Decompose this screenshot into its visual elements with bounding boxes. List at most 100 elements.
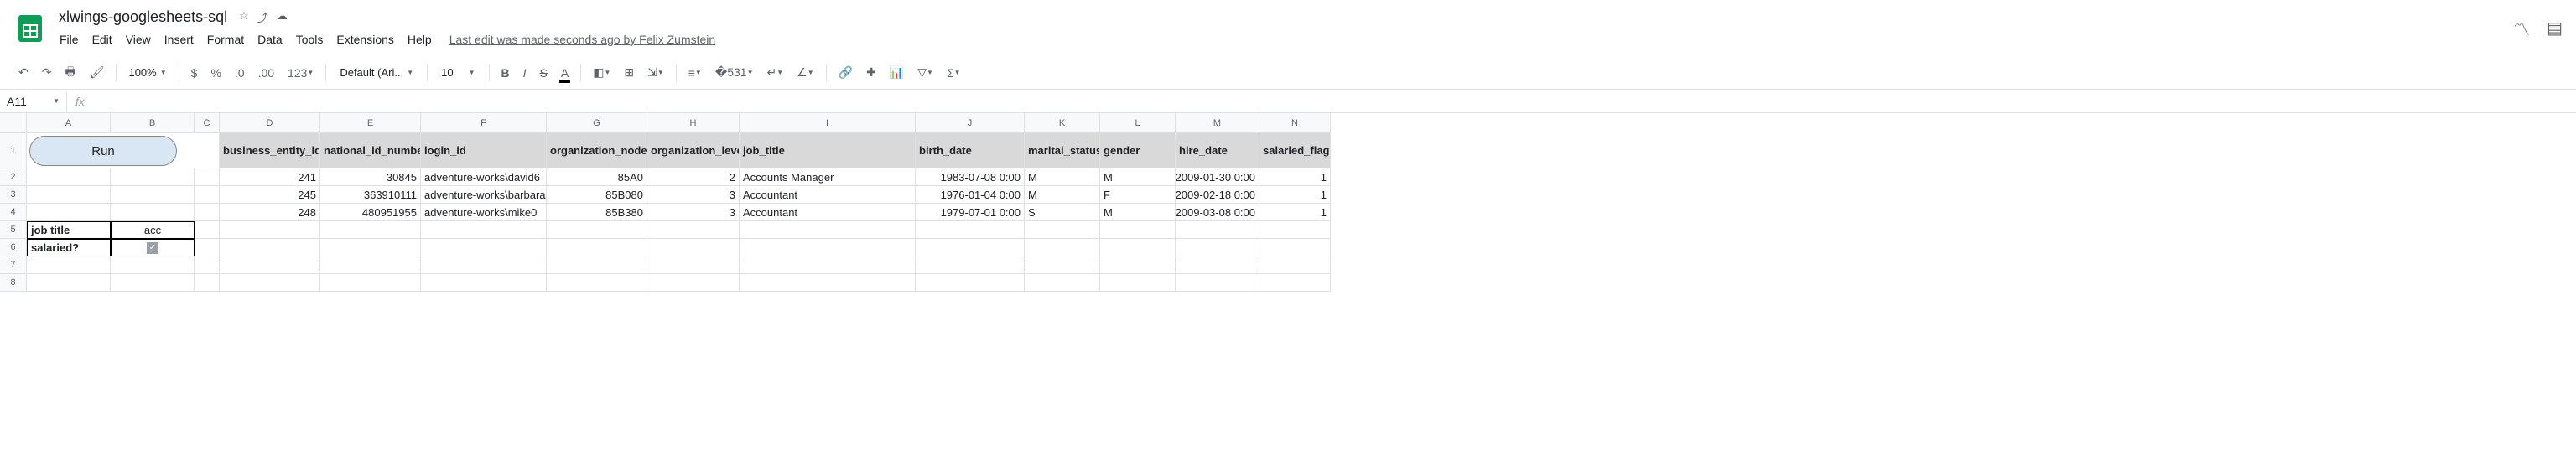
paint-format-button[interactable]: 🖌 (85, 62, 110, 83)
row-header[interactable]: 5 (0, 221, 27, 239)
cell[interactable]: job_title (740, 133, 916, 168)
cell[interactable]: Accountant (740, 204, 916, 221)
cell[interactable]: 363910111 (320, 186, 421, 204)
cell[interactable] (740, 256, 916, 274)
cell[interactable] (1176, 274, 1259, 292)
cell[interactable]: 1 (1259, 168, 1331, 186)
menu-view[interactable]: View (120, 29, 157, 49)
cell[interactable] (27, 168, 111, 186)
cell[interactable] (195, 133, 220, 168)
cell[interactable]: S (1025, 204, 1100, 221)
cell[interactable]: adventure-works\mike0 (421, 204, 547, 221)
decrease-decimal-button[interactable]: .0 (230, 63, 250, 83)
strike-button[interactable]: S (535, 63, 553, 83)
cell[interactable] (1176, 221, 1259, 239)
col-header[interactable]: G (547, 113, 647, 133)
cell[interactable] (916, 274, 1025, 292)
sheets-logo-icon[interactable] (13, 12, 47, 45)
cell[interactable]: job title (27, 221, 111, 239)
comments-icon[interactable]: ▤ (2547, 18, 2563, 39)
cell[interactable] (916, 239, 1025, 256)
cell[interactable] (320, 239, 421, 256)
star-icon[interactable]: ☆ (239, 9, 249, 25)
v-align-button[interactable]: �531▼ (710, 62, 759, 83)
cell[interactable]: 2009-01-30 0:00 (1176, 168, 1259, 186)
more-formats-button[interactable]: 123▼ (283, 63, 319, 83)
print-button[interactable]: 🖶 (60, 60, 80, 86)
cell[interactable]: national_id_number (320, 133, 421, 168)
cell[interactable]: 1983-07-08 0:00 (916, 168, 1025, 186)
filter-button[interactable]: ▽▼ (912, 62, 938, 83)
cell[interactable] (647, 256, 740, 274)
chart-button[interactable]: 📊 (885, 62, 909, 83)
cell[interactable]: 248 (220, 204, 320, 221)
cell[interactable] (916, 256, 1025, 274)
col-header[interactable]: E (320, 113, 421, 133)
cell[interactable] (421, 221, 547, 239)
cell[interactable]: 30845 (320, 168, 421, 186)
menu-data[interactable]: Data (252, 29, 288, 49)
text-color-button[interactable]: A (556, 63, 574, 83)
cell[interactable] (740, 221, 916, 239)
last-edit-link[interactable]: Last edit was made seconds ago by Felix … (449, 33, 716, 46)
cell[interactable]: 2009-03-08 0:00 (1176, 204, 1259, 221)
undo-button[interactable]: ↶ (13, 62, 34, 83)
redo-button[interactable]: ↷ (37, 62, 57, 83)
rotate-button[interactable]: ∠▼ (792, 62, 818, 83)
cell[interactable] (547, 256, 647, 274)
cell[interactable]: M (1100, 204, 1176, 221)
cell[interactable] (1100, 221, 1176, 239)
zoom-select[interactable]: 100%▼ (123, 63, 171, 82)
menu-tools[interactable]: Tools (290, 29, 330, 49)
col-header[interactable]: I (740, 113, 916, 133)
cell[interactable]: salaried? (27, 239, 111, 256)
cell[interactable] (1176, 256, 1259, 274)
cell[interactable] (647, 274, 740, 292)
comment-button[interactable]: ✚ (861, 62, 881, 83)
cell[interactable] (1025, 256, 1100, 274)
cell[interactable] (547, 274, 647, 292)
cell[interactable] (1259, 274, 1331, 292)
cell[interactable] (421, 274, 547, 292)
cell[interactable]: organization_level (647, 133, 740, 168)
col-header[interactable]: H (647, 113, 740, 133)
cell[interactable] (195, 256, 220, 274)
currency-button[interactable]: $ (186, 63, 203, 83)
cell[interactable] (1025, 239, 1100, 256)
menu-extensions[interactable]: Extensions (330, 29, 399, 49)
cell[interactable] (1025, 221, 1100, 239)
h-align-button[interactable]: ≡▼ (683, 63, 707, 83)
cell[interactable] (195, 204, 220, 221)
cell[interactable] (27, 186, 111, 204)
cell[interactable]: 1 (1259, 204, 1331, 221)
cell[interactable]: marital_status (1025, 133, 1100, 168)
col-header[interactable]: K (1025, 113, 1100, 133)
link-button[interactable]: 🔗 (834, 62, 858, 83)
cell[interactable] (1259, 221, 1331, 239)
select-all-corner[interactable] (0, 113, 27, 133)
col-header[interactable]: D (220, 113, 320, 133)
cell[interactable]: Run (27, 133, 195, 168)
row-header[interactable]: 1 (0, 133, 27, 168)
cell[interactable] (27, 274, 111, 292)
menu-file[interactable]: File (54, 29, 85, 49)
cell[interactable] (111, 168, 195, 186)
cell[interactable] (421, 239, 547, 256)
formula-input[interactable] (93, 98, 2576, 105)
cell[interactable]: birth_date (916, 133, 1025, 168)
col-header[interactable]: B (111, 113, 195, 133)
cell[interactable]: gender (1100, 133, 1176, 168)
cell[interactable] (320, 274, 421, 292)
col-header[interactable]: N (1259, 113, 1331, 133)
menu-insert[interactable]: Insert (158, 29, 200, 49)
font-size-select[interactable]: 10▼ (434, 63, 481, 82)
cell[interactable]: Accounts Manager (740, 168, 916, 186)
cell[interactable] (1025, 274, 1100, 292)
col-header[interactable]: A (27, 113, 111, 133)
col-header[interactable]: C (195, 113, 220, 133)
cell[interactable] (740, 239, 916, 256)
cell[interactable] (195, 186, 220, 204)
row-header[interactable]: 7 (0, 256, 27, 274)
cell[interactable]: login_id (421, 133, 547, 168)
cell[interactable]: adventure-works\david6 (421, 168, 547, 186)
